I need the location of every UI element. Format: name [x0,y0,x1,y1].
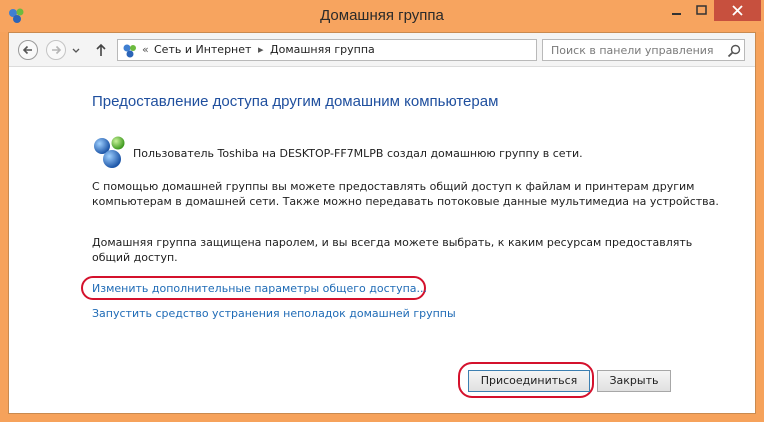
maximize-icon [696,5,707,15]
forward-arrow-icon[interactable] [45,39,67,61]
join-button[interactable]: Присоединиться [468,370,590,392]
search-input[interactable]: Поиск в панели управления [551,44,714,57]
close-window-button[interactable] [714,0,761,21]
troubleshooter-link[interactable]: Запустить средство устранения неполадок … [92,307,456,320]
password-info: Домашняя группа защищена паролем, и вы в… [92,236,693,264]
search-icon[interactable] [726,43,742,59]
minimize-icon [672,13,681,15]
close-icon [732,5,743,16]
main-content: Предоставление доступа другим домашним к… [9,68,755,413]
maximize-button[interactable] [689,0,714,21]
search-box[interactable]: Поиск в панели управления [542,39,745,61]
breadcrumb-overflow[interactable]: « [142,43,149,56]
recent-pages-chevron-down-icon[interactable] [71,39,81,61]
title-bar[interactable]: Домашняя группа [0,0,764,32]
network-location-icon [123,44,136,58]
navigation-bar: « Сеть и Интернет ▸ Домашняя группа Поис… [9,33,755,67]
minimize-button[interactable] [663,0,689,21]
client-area: « Сеть и Интернет ▸ Домашняя группа Поис… [8,32,756,414]
homegroup-icon [94,136,125,168]
address-bar[interactable]: « Сеть и Интернет ▸ Домашняя группа [117,39,632,61]
homegroup-description: С помощью домашней группы вы можете пред… [92,180,719,208]
back-arrow-icon[interactable] [17,39,39,61]
up-arrow-icon[interactable] [93,39,109,61]
close-button[interactable]: Закрыть [597,370,671,392]
window-frame: Домашняя группа « Сеть и Интернет ▸ Дома… [0,0,764,422]
breadcrumb-homegroup[interactable]: Домашняя группа [270,43,375,56]
breadcrumb-separator-icon[interactable]: ▸ [258,43,264,56]
page-title: Предоставление доступа другим домашним к… [92,93,499,110]
advanced-sharing-link[interactable]: Изменить дополнительные параметры общего… [92,282,427,295]
breadcrumb-network-internet[interactable]: Сеть и Интернет [154,43,251,56]
window-title: Домашняя группа [320,7,444,24]
homegroup-owner-text: Пользователь Toshiba на DESKTOP-FF7MLPB … [133,147,583,160]
